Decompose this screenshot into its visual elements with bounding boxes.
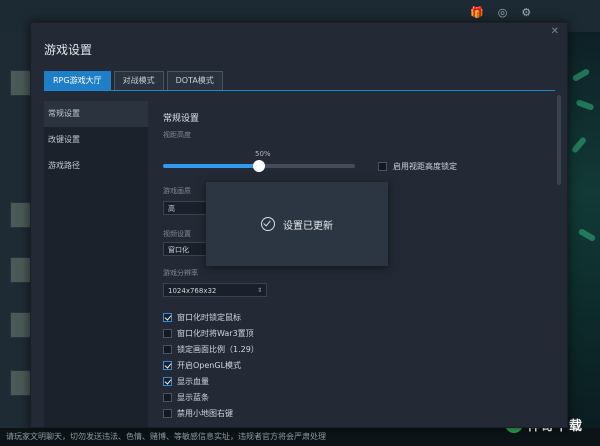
gift-icon[interactable]: 🎁 bbox=[470, 6, 484, 19]
resolution-label: 游戏分辨率 bbox=[163, 269, 198, 277]
updown-icon: ⇕ bbox=[256, 287, 262, 294]
window-mode-label: 视频设置 bbox=[163, 230, 191, 238]
sidebar-item-path[interactable]: 游戏路径 bbox=[44, 153, 148, 179]
tab-battle[interactable]: 对战模式 bbox=[113, 71, 164, 91]
option-checkbox[interactable] bbox=[163, 393, 172, 402]
option-label: 显示血量 bbox=[177, 377, 209, 386]
resolution-select[interactable]: 1024x768x32 ⇕ bbox=[163, 283, 267, 297]
check-circle-icon bbox=[261, 217, 275, 231]
resolution-value: 1024x768x32 bbox=[168, 287, 217, 295]
option-label: 禁用小地图右键 bbox=[177, 409, 233, 418]
topbar-icons: 🎁 ◎ ⚙ bbox=[470, 6, 531, 19]
dialog-title: 游戏设置 bbox=[44, 43, 93, 57]
app-left-panel bbox=[0, 32, 34, 432]
settings-sidebar: 常规设置 改键设置 游戏路径 bbox=[44, 101, 148, 427]
scrollbar[interactable] bbox=[557, 95, 561, 185]
option-checkbox[interactable] bbox=[163, 329, 172, 338]
toast-notification: 设置已更新 bbox=[206, 182, 388, 266]
tab-underline bbox=[44, 90, 555, 91]
sidebar-item-keys[interactable]: 改键设置 bbox=[44, 127, 148, 153]
tab-dota[interactable]: DOTA模式 bbox=[166, 71, 223, 91]
slider-fill bbox=[163, 164, 259, 168]
option-checkbox[interactable] bbox=[163, 377, 172, 386]
option-label: 锁定画面比例（1.29） bbox=[177, 345, 259, 354]
option-label: 窗口化时锁定鼠标 bbox=[177, 313, 241, 322]
lock-view-label: 启用视距高度锁定 bbox=[393, 162, 457, 171]
app-right-banner bbox=[566, 32, 600, 432]
option-label: 开启OpenGL模式 bbox=[177, 361, 242, 370]
display-mode-select[interactable]: 高 bbox=[163, 201, 211, 215]
display-mode-label: 游戏画质 bbox=[163, 187, 191, 195]
lock-view-checkbox[interactable] bbox=[378, 162, 387, 171]
settings-icon[interactable]: ⚙ bbox=[521, 6, 531, 19]
view-height-value: 50% bbox=[255, 150, 271, 158]
option-checkbox[interactable] bbox=[163, 361, 172, 370]
slider-knob[interactable] bbox=[253, 160, 265, 172]
option-label: 窗口化时将War3置顶 bbox=[177, 329, 254, 338]
tab-bar: RPG游戏大厅 对战模式 DOTA模式 bbox=[44, 71, 223, 91]
toast-message: 设置已更新 bbox=[283, 220, 333, 232]
window-mode-select[interactable]: 窗口化 bbox=[163, 242, 211, 256]
close-icon[interactable]: ✕ bbox=[551, 26, 559, 37]
sidebar-item-general[interactable]: 常规设置 bbox=[44, 101, 148, 127]
option-label: 显示蓝条 bbox=[177, 393, 209, 402]
tab-rpg[interactable]: RPG游戏大厅 bbox=[44, 71, 111, 91]
view-height-label: 视距高度 bbox=[163, 131, 191, 139]
option-checkbox[interactable] bbox=[163, 409, 172, 418]
location-icon[interactable]: ◎ bbox=[498, 6, 508, 19]
section-title: 常规设置 bbox=[163, 114, 200, 124]
option-checkbox[interactable] bbox=[163, 313, 172, 322]
option-checkbox[interactable] bbox=[163, 345, 172, 354]
